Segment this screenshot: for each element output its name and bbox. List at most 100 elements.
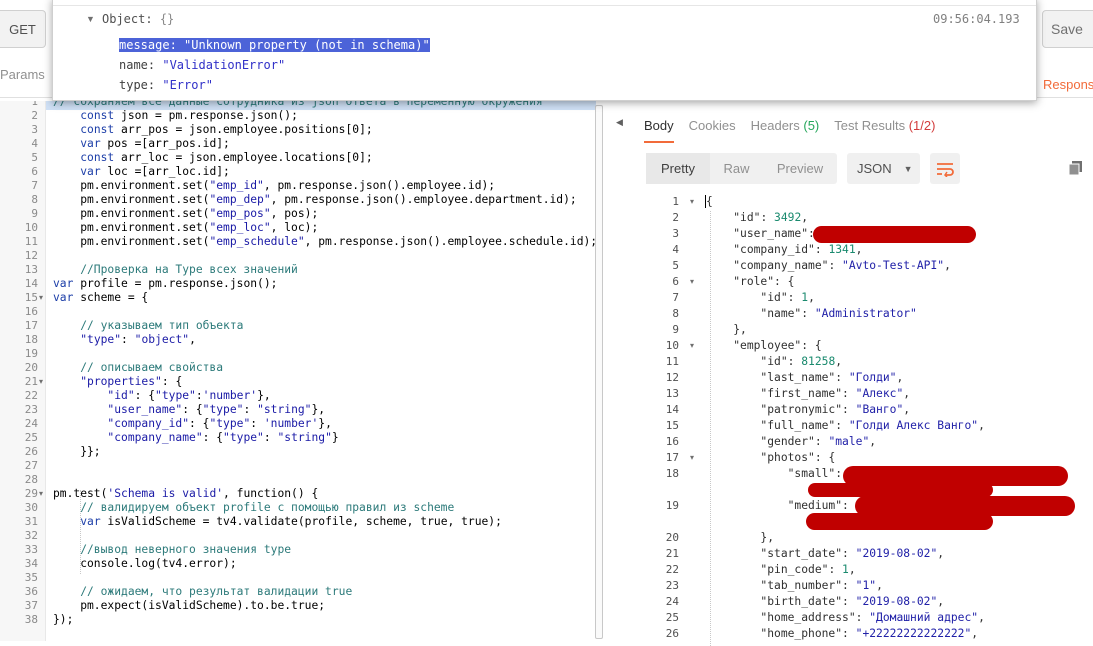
code-line[interactable]: const arr_pos = json.employee.positions[… (53, 123, 372, 137)
line-number: 11 (24, 235, 38, 248)
line-number: 8 (31, 193, 38, 206)
json-line: "tab_number": "1", (760, 579, 883, 592)
line-number: 22 (24, 389, 38, 402)
json-line: "pin_code": 1, (760, 563, 856, 576)
code-line[interactable]: pm.test('Schema is valid', function() { (53, 487, 318, 501)
fold-arrow-icon[interactable]: ▾ (39, 377, 43, 386)
code-line[interactable]: "company_name": {"type": "string"} (53, 431, 338, 445)
json-line-number: 21 (665, 547, 679, 560)
json-line: "role": { (733, 275, 795, 288)
line-number: 4 (31, 137, 38, 150)
tab-params[interactable]: Params (0, 67, 45, 82)
code-line[interactable]: pm.environment.set("emp_schedule", pm.re… (53, 235, 597, 249)
code-line[interactable]: var loc =[arr_loc.id]; (53, 165, 230, 179)
format-select[interactable]: JSON ▼ (847, 153, 920, 184)
field-value: "Error" (162, 78, 213, 92)
code-line[interactable]: console.log(tv4.error); (53, 557, 236, 571)
json-line: "medium": (787, 499, 849, 512)
pane-splitter[interactable] (610, 101, 634, 646)
code-line[interactable]: }); (53, 613, 73, 627)
line-number: 1 (31, 101, 38, 108)
code-line[interactable]: "company_id": {"type": 'number'}, (53, 417, 331, 431)
caret-down-icon[interactable]: ▼ (86, 14, 95, 24)
code-line[interactable]: var pos =[arr_pos.id]; (53, 137, 230, 151)
json-line-number: 9 (672, 323, 679, 336)
fold-arrow-icon[interactable]: ▾ (690, 197, 694, 206)
text-cursor (705, 195, 706, 208)
code-line[interactable]: const arr_loc = json.employee.locations[… (53, 151, 372, 165)
code-line[interactable]: pm.environment.set("emp_dep", pm.respons… (53, 193, 577, 207)
line-gutter: 1 2 3 4 5 6 7 8 9 10 11 12 13 14 15 ▾ 16 17 18 19 20 21 ▾ 22 23 2… (0, 101, 46, 641)
tab-cookies[interactable]: Cookies (689, 118, 736, 143)
code-line[interactable]: // валидируем объект profile с помощью п… (53, 501, 454, 515)
json-line: "first_name": "Алекс", (760, 387, 911, 400)
json-line-number: 20 (665, 531, 679, 544)
code-line[interactable]: "user_name": {"type": "string"}, (53, 403, 325, 417)
object-brace: {} (159, 12, 175, 26)
tab-label: Headers (750, 118, 800, 133)
line-number: 6 (31, 165, 38, 178)
code-line[interactable]: pm.expect(isValidScheme).to.be.true; (53, 599, 325, 613)
code-line[interactable]: var isValidScheme = tv4.validate(profile… (53, 515, 502, 529)
json-line: "small": (787, 467, 843, 480)
collapse-left-icon[interactable]: ◀ (616, 117, 623, 128)
code-line[interactable]: }}; (53, 445, 100, 459)
code-line[interactable]: pm.environment.set("emp_pos", pos); (53, 207, 318, 221)
code-line[interactable]: //Проверка на Type всех значений (53, 263, 298, 277)
wrap-lines-button[interactable] (930, 153, 960, 184)
fold-arrow-icon[interactable]: ▾ (39, 293, 43, 302)
code-line[interactable]: // сохраняем все данные сотрудника из js… (53, 101, 543, 109)
redaction (813, 226, 976, 243)
response-json-viewer[interactable]: 1 ▾ {2 "id": 3492, 3 "user_name": 4 "company… (640, 193, 1093, 646)
tab-body[interactable]: Body (644, 118, 674, 143)
json-line-number: 26 (665, 627, 679, 640)
fold-arrow-icon[interactable]: ▾ (690, 453, 694, 462)
view-preview-button[interactable]: Preview (763, 153, 837, 184)
json-line-number: 8 (672, 307, 679, 320)
editor-scrollbar[interactable] (595, 105, 603, 639)
code-line[interactable]: pm.environment.set("emp_id", pm.response… (53, 179, 495, 193)
save-button[interactable]: Save (1042, 10, 1093, 48)
code-line[interactable]: // указываем тип объекта (53, 319, 243, 333)
tab-headers[interactable]: Headers (5) (751, 118, 820, 143)
json-line-number: 23 (665, 579, 679, 592)
line-number: 25 (24, 431, 38, 444)
json-line-number: 7 (672, 291, 679, 304)
line-number: 9 (31, 207, 38, 220)
view-pretty-button[interactable]: Pretty (646, 153, 710, 184)
json-line-number: 12 (665, 371, 679, 384)
code-line[interactable]: pm.environment.set("emp_loc", loc); (53, 221, 318, 235)
line-number: 26 (24, 445, 38, 458)
line-number: 13 (24, 263, 38, 276)
tab-test-results[interactable]: Test Results (1/2) (834, 118, 935, 143)
fold-arrow-icon[interactable]: ▾ (690, 277, 694, 286)
code-line[interactable]: "properties": { (53, 375, 182, 389)
json-line-number: 2 (672, 211, 679, 224)
console-object-label[interactable]: Object: {} (102, 12, 174, 26)
json-line: "employee": { (733, 339, 822, 352)
code-line[interactable]: var profile = pm.response.json(); (53, 277, 277, 291)
fold-arrow-icon[interactable]: ▾ (39, 489, 43, 498)
code-line[interactable]: "type": "object", (53, 333, 196, 347)
line-number: 5 (31, 151, 38, 164)
json-line: "gender": "male", (760, 435, 877, 448)
code-line[interactable]: // описываем свойства (53, 361, 223, 375)
json-line-number: 24 (665, 595, 679, 608)
line-number: 28 (24, 473, 38, 486)
json-line: "company_id": 1341, (733, 243, 863, 256)
method-select[interactable]: GET (0, 10, 46, 48)
copy-icon[interactable] (1068, 160, 1084, 176)
json-line: "last_name": "Голди", (760, 371, 904, 384)
code-line[interactable]: //вывод неверного значения type (53, 543, 291, 557)
view-raw-button[interactable]: Raw (710, 153, 763, 184)
code-line[interactable]: const json = pm.response.json(); (53, 109, 298, 123)
line-number: 2 (31, 109, 38, 122)
code-line[interactable]: "id": {"type":'number'}, (53, 389, 270, 403)
code-line[interactable]: var scheme = { (53, 291, 148, 305)
line-number: 31 (24, 515, 38, 528)
code-line[interactable]: // ожидаем, что результат валидации true (53, 585, 352, 599)
json-line: "company_name": "Avto-Test-API", (733, 259, 951, 272)
fold-arrow-icon[interactable]: ▾ (690, 341, 694, 350)
line-number: 12 (24, 249, 38, 262)
test-script-editor[interactable]: 1 2 3 4 5 6 7 8 9 10 11 12 13 14 15 ▾ 16 17 18 19 20 21 ▾ 22 23 2… (0, 101, 603, 646)
